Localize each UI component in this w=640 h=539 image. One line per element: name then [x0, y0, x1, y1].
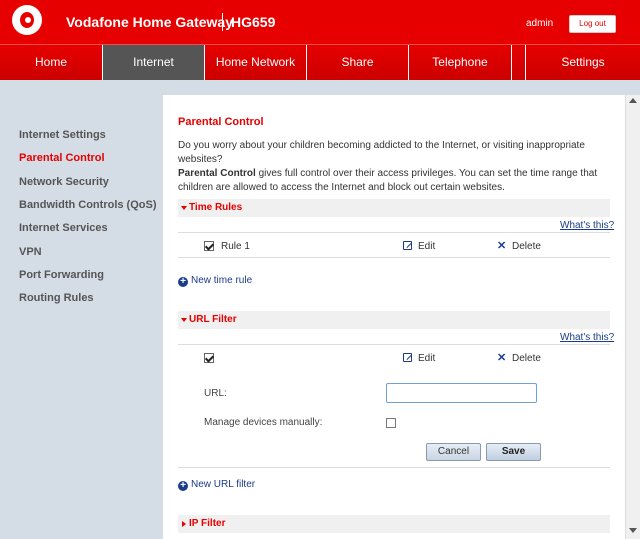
tab-spacer [512, 45, 526, 80]
edit-icon[interactable] [403, 241, 412, 250]
intro-text-bold: Parental Control [178, 168, 256, 179]
url-input[interactable] [386, 383, 537, 403]
url-filter-title: URL Filter [189, 314, 237, 325]
main-content: Parental Control Do you worry about your… [163, 95, 625, 539]
sidebar-item-internet-settings[interactable]: Internet Settings [19, 129, 106, 141]
cancel-button[interactable]: Cancel [426, 443, 481, 461]
manage-devices-label: Manage devices manually: [204, 417, 323, 428]
expand-arrow-icon [182, 521, 186, 527]
sidebar-item-parental-control[interactable]: Parental Control [19, 152, 105, 164]
url-filter-edit-button[interactable]: Edit [418, 353, 435, 364]
scrollbar[interactable] [625, 95, 640, 539]
sidebar-item-network-security[interactable]: Network Security [19, 176, 109, 188]
page-title: Parental Control [178, 116, 264, 128]
sidebar-item-vpn[interactable]: VPN [19, 246, 42, 258]
time-rules-header[interactable]: Time Rules [178, 199, 610, 217]
plus-icon: + [178, 277, 188, 287]
ip-filter-header[interactable]: IP Filter [178, 515, 610, 533]
new-url-filter-button[interactable]: + New URL filter [178, 479, 255, 491]
logout-button[interactable]: Log out [569, 15, 616, 33]
time-rule-row: Rule 1 Edit ✕ Delete [178, 232, 610, 258]
delete-icon[interactable]: ✕ [497, 353, 506, 364]
model-name: HG659 [231, 14, 276, 30]
time-rules-whats-this-link[interactable]: What's this? [560, 220, 614, 231]
tab-home[interactable]: Home [0, 45, 103, 80]
intro-text: Do you worry about your children becomin… [178, 139, 618, 195]
sidebar: Internet Settings Parental Control Netwo… [0, 95, 163, 539]
collapse-arrow-icon [181, 206, 187, 210]
sidebar-item-bandwidth-controls[interactable]: Bandwidth Controls (QoS) [19, 199, 156, 211]
sidebar-item-internet-services[interactable]: Internet Services [19, 222, 108, 234]
rule-1-edit-button[interactable]: Edit [418, 241, 435, 252]
tab-share[interactable]: Share [307, 45, 409, 80]
collapse-arrow-icon [181, 318, 187, 322]
main-nav: Home Internet Home Network Share Telepho… [0, 44, 640, 80]
url-filter-delete-button[interactable]: Delete [512, 353, 541, 364]
new-time-rule-button[interactable]: + New time rule [178, 275, 252, 287]
save-button[interactable]: Save [486, 443, 541, 461]
url-filter-whats-this-link[interactable]: What's this? [560, 332, 614, 343]
username: admin [526, 18, 554, 29]
ip-filter-title: IP Filter [189, 518, 226, 529]
new-time-rule-label: New time rule [191, 275, 253, 286]
tab-settings[interactable]: Settings [526, 45, 640, 80]
url-label: URL: [204, 388, 227, 399]
rule-1-delete-button[interactable]: Delete [512, 241, 541, 252]
tab-telephone[interactable]: Telephone [409, 45, 512, 80]
tab-internet[interactable]: Internet [103, 45, 205, 80]
edit-icon[interactable] [403, 353, 412, 362]
delete-icon[interactable]: ✕ [497, 241, 506, 252]
brand-divider [222, 13, 223, 31]
rule-1-checkbox[interactable] [204, 241, 214, 251]
sidebar-item-routing-rules[interactable]: Routing Rules [19, 292, 94, 304]
divider [178, 467, 610, 468]
tab-home-network[interactable]: Home Network [205, 45, 307, 80]
vodafone-logo-icon [12, 5, 42, 35]
sidebar-item-port-forwarding[interactable]: Port Forwarding [19, 269, 104, 281]
manage-devices-checkbox[interactable] [386, 418, 396, 428]
rule-1-name: Rule 1 [221, 241, 250, 252]
new-url-filter-label: New URL filter [191, 479, 256, 490]
url-filter-checkbox[interactable] [204, 353, 214, 363]
intro-text-part1: Do you worry about your children becomin… [178, 140, 585, 165]
plus-icon: + [178, 481, 188, 491]
scroll-up-arrow-icon[interactable] [629, 98, 637, 103]
header-bar: Vodafone Home Gateway HG659 admin Log ou… [0, 0, 640, 44]
divider [178, 344, 610, 345]
url-filter-header[interactable]: URL Filter [178, 311, 610, 329]
brand-title: Vodafone Home Gateway [66, 14, 234, 30]
time-rules-title: Time Rules [189, 202, 243, 213]
scroll-down-arrow-icon[interactable] [629, 528, 637, 533]
